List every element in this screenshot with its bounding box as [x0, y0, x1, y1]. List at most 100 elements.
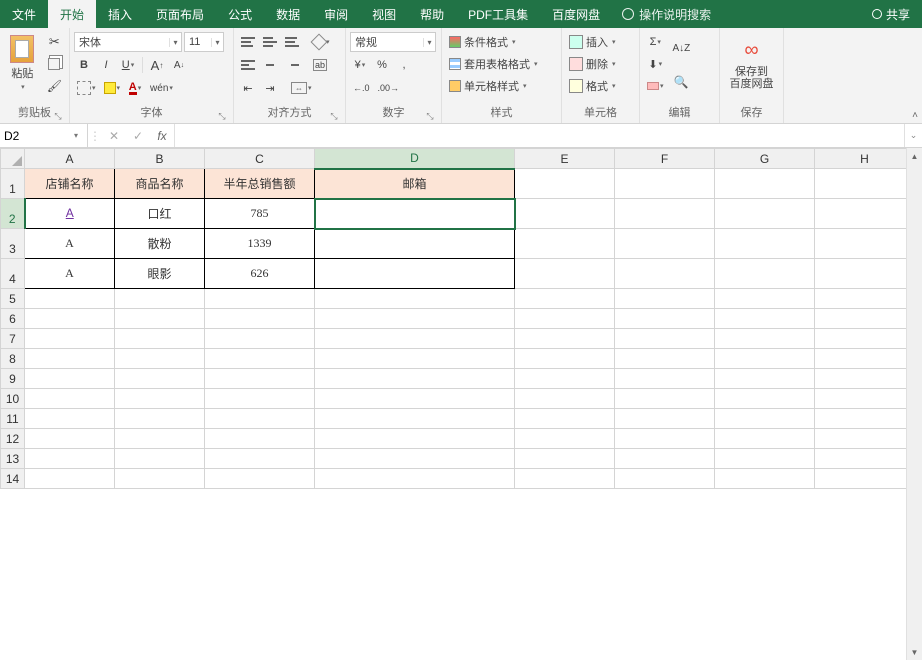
cell-F12[interactable] — [615, 429, 715, 449]
cell-F2[interactable] — [615, 199, 715, 229]
cell-C11[interactable] — [205, 409, 315, 429]
cell-B4[interactable]: 眼影 — [115, 259, 205, 289]
align-top-button[interactable] — [238, 32, 258, 52]
cell-B11[interactable] — [115, 409, 205, 429]
cell-E7[interactable] — [515, 329, 615, 349]
col-header-E[interactable]: E — [515, 149, 615, 169]
dialog-launcher-icon[interactable]: ⤡ — [217, 111, 227, 121]
cell-D13[interactable] — [315, 449, 515, 469]
cell-F1[interactable] — [615, 169, 715, 199]
cell-H13[interactable] — [815, 449, 915, 469]
tab-help[interactable]: 帮助 — [408, 0, 456, 28]
row-header-1[interactable]: 1 — [1, 169, 25, 199]
name-box-input[interactable] — [0, 129, 68, 143]
orientation-button[interactable]: ▾ — [310, 32, 333, 52]
format-painter-button[interactable]: 🖌 — [44, 76, 65, 96]
conditional-formatting-button[interactable]: 条件格式▾ — [446, 32, 519, 52]
cell-A3[interactable]: A — [25, 229, 115, 259]
cell-A7[interactable] — [25, 329, 115, 349]
cell-C2[interactable]: 785 — [205, 199, 315, 229]
find-select-button[interactable]: 🔍 — [670, 66, 694, 98]
cell-A2[interactable]: A — [25, 199, 115, 229]
cell-E12[interactable] — [515, 429, 615, 449]
cell-E1[interactable] — [515, 169, 615, 199]
select-all-button[interactable] — [1, 149, 25, 169]
cell-G4[interactable] — [715, 259, 815, 289]
cell-D1[interactable]: 邮箱 — [315, 169, 515, 199]
phonetic-button[interactable]: wén▾ — [147, 78, 176, 98]
cell-G1[interactable] — [715, 169, 815, 199]
cell-G14[interactable] — [715, 469, 815, 489]
cell-H4[interactable] — [815, 259, 915, 289]
cell-B14[interactable] — [115, 469, 205, 489]
cell-H6[interactable] — [815, 309, 915, 329]
formula-bar-input[interactable] — [175, 124, 904, 147]
grow-font-button[interactable]: A↑ — [147, 55, 167, 75]
row-header-14[interactable]: 14 — [1, 469, 25, 489]
cell-A4[interactable]: A — [25, 259, 115, 289]
shrink-font-button[interactable]: A↓ — [169, 55, 189, 75]
name-box[interactable]: ▾ — [0, 124, 88, 147]
expand-formula-bar-button[interactable]: ⌄ — [904, 124, 922, 147]
name-box-dropdown[interactable]: ▾ — [68, 131, 84, 140]
cell-A1[interactable]: 店铺名称 — [25, 169, 115, 199]
cell-styles-button[interactable]: 单元格样式▾ — [446, 76, 530, 96]
row-header-5[interactable]: 5 — [1, 289, 25, 309]
cell-G8[interactable] — [715, 349, 815, 369]
row-header-8[interactable]: 8 — [1, 349, 25, 369]
tab-data[interactable]: 数据 — [264, 0, 312, 28]
cell-F14[interactable] — [615, 469, 715, 489]
cell-C9[interactable] — [205, 369, 315, 389]
row-header-13[interactable]: 13 — [1, 449, 25, 469]
cell-D10[interactable] — [315, 389, 515, 409]
font-color-button[interactable]: A▾ — [125, 78, 145, 98]
cell-F9[interactable] — [615, 369, 715, 389]
cell-A5[interactable] — [25, 289, 115, 309]
fill-button[interactable]: ⬇▾ — [644, 54, 667, 74]
cell-D8[interactable] — [315, 349, 515, 369]
format-as-table-button[interactable]: 套用表格格式▾ — [446, 54, 541, 74]
cell-G10[interactable] — [715, 389, 815, 409]
italic-button[interactable]: I — [96, 55, 116, 75]
cell-B9[interactable] — [115, 369, 205, 389]
cell-A8[interactable] — [25, 349, 115, 369]
dialog-launcher-icon[interactable]: ⤡ — [53, 111, 63, 121]
row-header-9[interactable]: 9 — [1, 369, 25, 389]
cell-C8[interactable] — [205, 349, 315, 369]
cell-H1[interactable] — [815, 169, 915, 199]
cell-G13[interactable] — [715, 449, 815, 469]
cell-D3[interactable] — [315, 229, 515, 259]
cell-H3[interactable] — [815, 229, 915, 259]
increase-indent-button[interactable]: ⇥ — [260, 78, 280, 98]
align-bottom-button[interactable] — [282, 32, 302, 52]
copy-button[interactable] — [44, 54, 65, 74]
cell-C6[interactable] — [205, 309, 315, 329]
col-header-C[interactable]: C — [205, 149, 315, 169]
col-header-H[interactable]: H — [815, 149, 915, 169]
decrease-indent-button[interactable]: ⇤ — [238, 78, 258, 98]
tab-insert[interactable]: 插入 — [96, 0, 144, 28]
cell-F11[interactable] — [615, 409, 715, 429]
cell-D9[interactable] — [315, 369, 515, 389]
borders-button[interactable]: ▾ — [74, 78, 99, 98]
cell-F8[interactable] — [615, 349, 715, 369]
cell-G11[interactable] — [715, 409, 815, 429]
tell-me-search[interactable]: 操作说明搜索 — [612, 0, 721, 28]
format-cells-button[interactable]: 格式▾ — [566, 76, 619, 96]
row-header-10[interactable]: 10 — [1, 389, 25, 409]
cell-G9[interactable] — [715, 369, 815, 389]
insert-cells-button[interactable]: 插入▾ — [566, 32, 619, 52]
cell-G2[interactable] — [715, 199, 815, 229]
font-size-combo[interactable]: 11▾ — [184, 32, 224, 52]
decrease-decimal-button[interactable]: .00→ — [375, 78, 403, 98]
cell-A12[interactable] — [25, 429, 115, 449]
tab-baidu-drive[interactable]: 百度网盘 — [540, 0, 612, 28]
cell-C4[interactable]: 626 — [205, 259, 315, 289]
cell-C14[interactable] — [205, 469, 315, 489]
cell-C12[interactable] — [205, 429, 315, 449]
cell-E5[interactable] — [515, 289, 615, 309]
cell-H2[interactable] — [815, 199, 915, 229]
tab-view[interactable]: 视图 — [360, 0, 408, 28]
row-header-12[interactable]: 12 — [1, 429, 25, 449]
cell-C13[interactable] — [205, 449, 315, 469]
